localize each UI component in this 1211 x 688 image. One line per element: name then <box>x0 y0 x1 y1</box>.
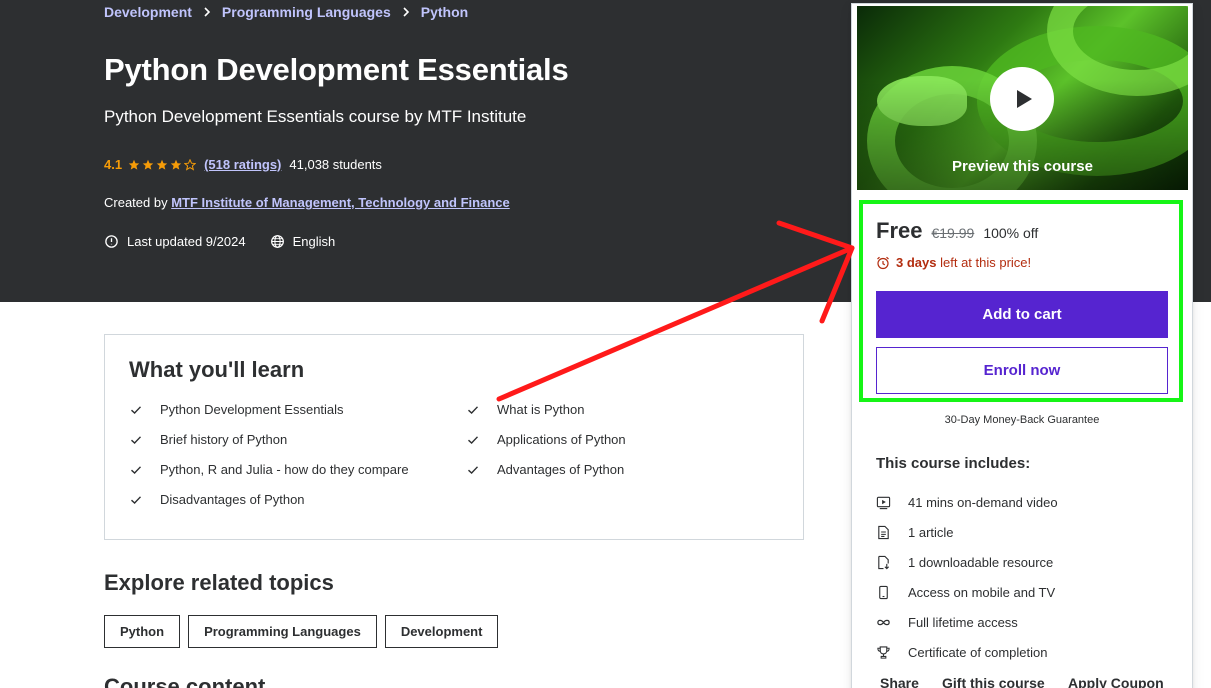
check-icon <box>131 466 142 474</box>
topic-python-button[interactable]: Python <box>104 615 181 648</box>
price-timer: 3 days left at this price! <box>876 255 1031 270</box>
rating-row: 4.1 (518 ratings) 41,038 students <box>104 157 382 172</box>
related-topics: Python Programming Languages Development <box>104 615 499 648</box>
check-icon <box>468 436 479 444</box>
check-icon <box>131 496 142 504</box>
course-preview[interactable]: Preview this course <box>857 6 1188 190</box>
trophy-icon <box>877 645 890 659</box>
money-back-guarantee: 30-Day Money-Back Guarantee <box>944 414 1100 426</box>
apply-coupon-link[interactable]: Apply Coupon <box>1068 675 1164 688</box>
preview-label: Preview this course <box>952 158 1093 175</box>
breadcrumb: Development Programming Languages Python <box>104 4 468 20</box>
learn-item-text: Brief history of Python <box>160 432 288 447</box>
discount-percent: 100% off <box>983 225 1039 241</box>
rating-stars <box>128 158 197 171</box>
breadcrumb-python[interactable]: Python <box>421 4 468 20</box>
course-language: English <box>292 234 336 249</box>
course-content-title: Course content <box>104 674 266 688</box>
video-icon <box>876 496 891 509</box>
learn-item: Advantages of Python <box>466 461 766 479</box>
learn-item-text: Applications of Python <box>497 432 626 447</box>
learn-title: What you'll learn <box>129 357 305 382</box>
author-link[interactable]: MTF Institute of Management, Technology … <box>171 195 510 210</box>
play-icon <box>1016 90 1032 108</box>
globe-icon <box>270 235 284 248</box>
learn-item: What is Python <box>466 401 766 419</box>
page-title: Python Development Essentials <box>104 52 569 87</box>
include-text: Access on mobile and TV <box>908 584 1056 600</box>
star-full-icon <box>156 159 168 170</box>
chevron-right-icon <box>401 4 411 20</box>
course-subtitle: Python Development Essentials course by … <box>104 107 527 126</box>
list-item: Access on mobile and TV <box>876 577 1058 607</box>
learn-item-text: Python, R and Julia - how do they compar… <box>160 462 409 477</box>
play-button[interactable] <box>990 67 1054 131</box>
article-icon <box>878 525 889 539</box>
original-price: €19.99 <box>931 225 975 241</box>
check-icon <box>131 436 142 444</box>
learn-item-text: Advantages of Python <box>497 462 625 477</box>
learn-item-text: Python Development Essentials <box>160 402 344 417</box>
card-links: Share Gift this course Apply Coupon <box>880 675 1164 688</box>
list-item: Full lifetime access <box>876 607 1058 637</box>
include-text: 1 downloadable resource <box>908 554 1054 570</box>
list-item: Certificate of completion <box>876 637 1058 667</box>
learn-item: Brief history of Python <box>129 431 466 449</box>
alert-clock-icon <box>105 235 118 248</box>
topic-development-button[interactable]: Development <box>384 615 499 648</box>
created-by: Created by MTF Institute of Management, … <box>104 195 510 210</box>
chevron-right-icon <box>202 4 212 20</box>
topic-programming-languages-button[interactable]: Programming Languages <box>188 615 377 648</box>
check-icon <box>468 466 479 474</box>
include-text: 1 article <box>908 524 954 540</box>
enroll-now-button[interactable]: Enroll now <box>876 347 1168 394</box>
purchase-card: Preview this course Free €19.99 100% off… <box>851 3 1193 688</box>
list-item: 1 article <box>876 517 1058 547</box>
timer-text: left at this price! <box>940 255 1032 270</box>
check-icon <box>131 406 142 414</box>
breadcrumb-programming-languages[interactable]: Programming Languages <box>222 4 391 20</box>
star-full-icon <box>128 159 140 170</box>
rating-score: 4.1 <box>104 157 123 172</box>
learn-item: Disadvantages of Python <box>129 491 466 509</box>
created-by-label: Created by <box>104 195 168 210</box>
list-item: 41 mins on-demand video <box>876 487 1058 517</box>
learn-list: Python Development Essentials What is Py… <box>129 401 779 509</box>
learn-item-text: Disadvantages of Python <box>160 492 305 507</box>
learn-item: Python, R and Julia - how do they compar… <box>129 461 466 479</box>
infinity-icon <box>877 619 890 625</box>
includes-list: 41 mins on-demand video 1 article 1 down… <box>876 487 1058 667</box>
star-full-icon <box>142 159 154 170</box>
ratings-link[interactable]: (518 ratings) <box>204 157 281 172</box>
star-full-icon <box>170 159 182 170</box>
include-text: Certificate of completion <box>908 644 1048 660</box>
last-updated: Last updated 9/2024 <box>127 234 246 249</box>
share-link[interactable]: Share <box>880 675 942 688</box>
includes-title: This course includes: <box>876 455 1031 472</box>
learn-item: Applications of Python <box>466 431 766 449</box>
mobile-icon <box>879 585 888 599</box>
timer-days: 3 days <box>896 255 937 270</box>
learn-item-text: What is Python <box>497 402 585 417</box>
add-to-cart-button[interactable]: Add to cart <box>876 291 1168 338</box>
breadcrumb-development[interactable]: Development <box>104 4 192 20</box>
current-price: Free <box>876 218 923 243</box>
course-meta: Last updated 9/2024 English <box>104 234 335 249</box>
price-row: Free €19.99 100% off <box>876 218 1038 244</box>
star-empty-icon <box>184 158 197 171</box>
download-icon <box>878 555 890 569</box>
check-icon <box>468 406 479 414</box>
include-text: Full lifetime access <box>908 614 1018 630</box>
gift-course-link[interactable]: Gift this course <box>942 675 1068 688</box>
include-text: 41 mins on-demand video <box>908 494 1058 510</box>
explore-title: Explore related topics <box>104 570 334 595</box>
students-count: 41,038 students <box>289 157 382 172</box>
alarm-clock-icon <box>877 256 889 269</box>
list-item: 1 downloadable resource <box>876 547 1058 577</box>
what-you-will-learn: What you'll learn Python Development Ess… <box>104 334 804 540</box>
learn-item: Python Development Essentials <box>129 401 466 419</box>
